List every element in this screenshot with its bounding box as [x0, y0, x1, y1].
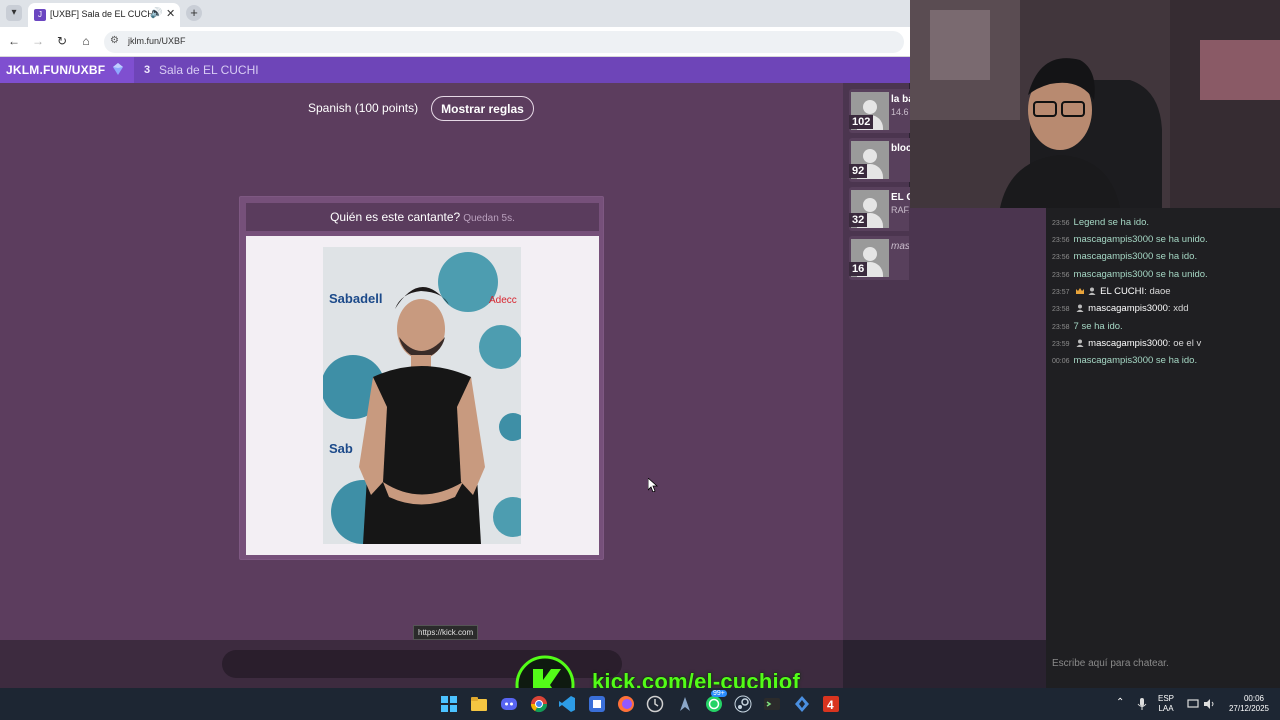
user-icon	[1076, 339, 1084, 348]
tab-title: [UXBF] Sala de EL CUCHI	[50, 9, 157, 19]
timer-text: Quedan 5s.	[463, 213, 515, 224]
taskbar-clock[interactable]: 00:06 27/12/2025	[1222, 694, 1276, 714]
gem-icon	[113, 63, 123, 75]
tray-chevron-icon[interactable]: ⌃	[1116, 698, 1124, 708]
svg-text:4: 4	[827, 698, 834, 712]
windows-start-icon[interactable]	[440, 695, 458, 713]
url-text: jklm.fun/UXBF	[128, 36, 186, 46]
question-text: Quién es este cantante?	[330, 210, 461, 224]
chat-message: 23:57 EL CUCHI: daoe	[1052, 286, 1171, 297]
chat-message: 23:56 mascagampis3000 se ha ido.	[1052, 251, 1198, 262]
svg-text:Sab: Sab	[329, 441, 353, 456]
player-score: 102	[849, 115, 874, 129]
user-icon	[1076, 304, 1084, 313]
question-image-frame: Sabadell Adecc Sab	[246, 236, 599, 555]
chat-panel: 23:56 Legend se ha ido. 23:56 mascagampis3…	[1046, 208, 1280, 688]
taskbar: 99+ 4 ⌃ ESP LAA 00:06 27/12/2025	[0, 688, 1280, 720]
svg-text:Sabadell: Sabadell	[329, 291, 382, 306]
webcam-overlay	[910, 0, 1280, 208]
question-card: Quién es este cantante? Quedan 5s. Sabade…	[239, 196, 604, 560]
player-name: bloc	[891, 143, 912, 154]
tab-close-icon[interactable]: ✕	[166, 7, 175, 20]
whatsapp-icon[interactable]	[705, 695, 723, 713]
app-red-icon[interactable]: 4	[822, 695, 840, 713]
player-score: 32	[849, 213, 868, 227]
browser-tab-active[interactable]: J [UXBF] Sala de EL CUCHI 🔊 ✕	[28, 3, 180, 27]
file-explorer-icon[interactable]	[470, 695, 488, 713]
vscode-icon[interactable]	[558, 695, 576, 713]
site-info-icon[interactable]: ⚙	[110, 35, 119, 46]
room-info: 3 Sala de EL CUCHI	[134, 57, 910, 83]
show-rules-button[interactable]: Mostrar reglas	[431, 96, 534, 121]
display-icon[interactable]	[1187, 698, 1199, 710]
firefox-icon[interactable]	[617, 695, 635, 713]
chat-message: 23:59 mascagampis3000: oe el v	[1052, 338, 1202, 349]
crown-icon	[1076, 288, 1085, 295]
back-icon[interactable]: ←	[6, 34, 22, 48]
reload-icon[interactable]: ↻	[54, 34, 70, 48]
chat-message: 23:56 mascagampis3000 se ha unido.	[1052, 234, 1208, 245]
room-name: Sala de EL CUCHI	[159, 63, 259, 77]
singer-photo: Sabadell Adecc Sab	[323, 247, 521, 544]
game-launcher-icon[interactable]	[676, 695, 694, 713]
question-header: Quién es este cantante? Quedan 5s.	[246, 203, 599, 231]
chat-input[interactable]	[1046, 652, 1280, 674]
home-icon[interactable]: ⌂	[78, 34, 94, 48]
link-status-tooltip: https://kick.com	[413, 625, 479, 640]
clock-app-icon[interactable]	[646, 695, 664, 713]
chat-message: 23:58 mascagampis3000: xdd	[1052, 303, 1189, 314]
site-logo[interactable]: JKLM.FUN/UXBF	[6, 63, 105, 77]
tab-search-button[interactable]: ▾	[6, 5, 22, 21]
discord-icon[interactable]	[500, 695, 518, 713]
steam-icon[interactable]	[734, 695, 752, 713]
url-field[interactable]: ⚙ jklm.fun/UXBF	[104, 31, 904, 53]
svg-text:Adecc: Adecc	[489, 295, 517, 306]
volume-icon[interactable]	[1203, 698, 1215, 710]
browser-tab-strip: ▾ J [UXBF] Sala de EL CUCHI 🔊 ✕ +	[0, 0, 910, 27]
new-tab-button[interactable]: +	[186, 5, 202, 21]
tab-favicon-icon: J	[34, 9, 46, 21]
language-indicator[interactable]: ESP LAA	[1158, 694, 1174, 714]
game-area: Spanish (100 points) Mostrar reglas Quié…	[0, 83, 843, 640]
app-blue-icon[interactable]	[588, 695, 606, 713]
chat-message: 00:06 mascagampis3000 se ha ido.	[1052, 355, 1198, 366]
app-diamond-icon[interactable]	[793, 695, 811, 713]
tab-audio-icon[interactable]: 🔊	[150, 8, 162, 19]
site-header: JKLM.FUN/UXBF 3 Sala de EL CUCHI	[0, 57, 910, 83]
player-score: 92	[849, 164, 868, 178]
chat-message: 23:58 7 se ha ido.	[1052, 321, 1123, 332]
players-panel: 102 la ba 14.6 92 bloc 32 EL C RAFAEL 16…	[843, 83, 1039, 640]
terminal-icon[interactable]	[763, 695, 781, 713]
player-subtext: 14.6	[891, 107, 909, 117]
player-score: 16	[849, 262, 868, 276]
address-bar: ← → ↻ ⌂ ⚙ jklm.fun/UXBF	[0, 27, 910, 57]
notification-badge: 99+	[711, 690, 727, 697]
forward-icon[interactable]: →	[30, 34, 46, 48]
language-info: Spanish (100 points)	[308, 101, 419, 115]
mouse-cursor-icon	[648, 478, 658, 492]
chrome-icon[interactable]	[530, 695, 548, 713]
players-panel-background	[909, 208, 1046, 640]
microphone-icon[interactable]	[1136, 697, 1148, 711]
player-count: 3	[144, 64, 151, 76]
chat-message: 23:56 mascagampis3000 se ha unido.	[1052, 269, 1208, 280]
user-icon	[1088, 287, 1096, 296]
chat-message: 23:56 Legend se ha ido.	[1052, 217, 1150, 228]
